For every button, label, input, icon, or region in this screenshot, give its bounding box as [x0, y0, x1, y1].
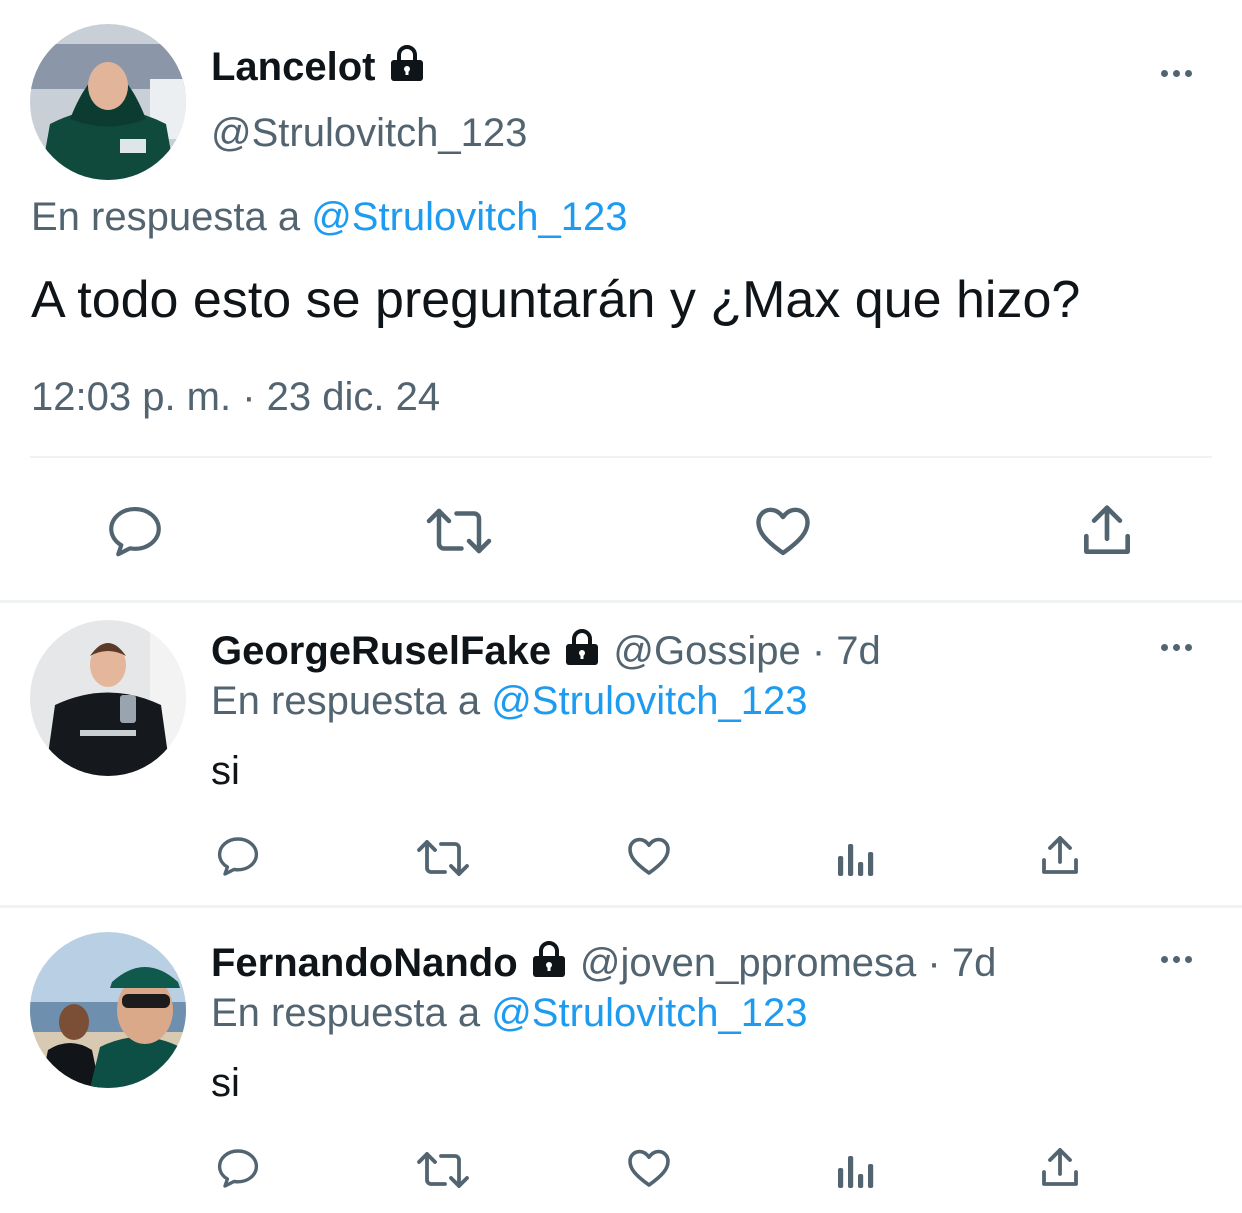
reply-to-link[interactable]: @Strulovitch_123: [311, 195, 627, 239]
like-icon[interactable]: [625, 832, 673, 880]
reply-icon[interactable]: [104, 500, 166, 562]
views-icon[interactable]: [834, 836, 878, 880]
author-row: GeorgeRuselFake @Gossipe · 7d: [211, 626, 881, 679]
divider: [0, 905, 1242, 908]
author-row: Lancelot: [211, 42, 427, 95]
display-name[interactable]: GeorgeRuselFake: [211, 629, 551, 673]
reply-text: si: [211, 1061, 240, 1105]
reply-prefix: En respuesta a: [211, 991, 481, 1035]
reply-age[interactable]: · 7d: [927, 941, 996, 985]
lock-icon: [562, 627, 602, 679]
reply-context: En respuesta a @Strulovitch_123: [211, 988, 808, 1038]
tweet-text: A todo esto se preguntarán y ¿Max que hi…: [31, 271, 1081, 329]
handle[interactable]: @Strulovitch_123: [211, 108, 527, 158]
retweet-icon[interactable]: [415, 1146, 471, 1194]
handle[interactable]: @Gossipe: [613, 629, 800, 673]
reply-context: En respuesta a @Strulovitch_123: [31, 192, 628, 242]
more-icon[interactable]: [1161, 70, 1192, 77]
retweet-icon[interactable]: [424, 500, 494, 562]
share-icon[interactable]: [1076, 500, 1138, 562]
reply-prefix: En respuesta a: [31, 195, 301, 239]
reply-to-link[interactable]: @Strulovitch_123: [491, 991, 807, 1035]
avatar[interactable]: [30, 932, 186, 1088]
like-icon[interactable]: [752, 500, 814, 562]
reply-context: En respuesta a @Strulovitch_123: [211, 676, 808, 726]
handle[interactable]: @joven_ppromesa: [580, 941, 916, 985]
share-icon[interactable]: [1036, 1144, 1084, 1192]
views-icon[interactable]: [834, 1148, 878, 1192]
reply-text: si: [211, 749, 240, 793]
display-name[interactable]: FernandoNando: [211, 941, 518, 985]
retweet-icon[interactable]: [415, 834, 471, 882]
avatar[interactable]: [30, 620, 186, 776]
timestamp[interactable]: 12:03 p. m. · 23 dic. 24: [31, 372, 440, 422]
lock-icon: [387, 43, 427, 95]
reply-to-link[interactable]: @Strulovitch_123: [491, 679, 807, 723]
author-row: FernandoNando @joven_ppromesa · 7d: [211, 938, 996, 991]
lock-icon: [529, 939, 569, 991]
like-icon[interactable]: [625, 1144, 673, 1192]
divider: [0, 600, 1242, 603]
reply-icon[interactable]: [214, 1144, 262, 1192]
more-icon[interactable]: [1161, 956, 1192, 963]
divider: [30, 456, 1212, 458]
reply-prefix: En respuesta a: [211, 679, 481, 723]
more-icon[interactable]: [1161, 644, 1192, 651]
display-name[interactable]: Lancelot: [211, 45, 375, 89]
share-icon[interactable]: [1036, 832, 1084, 880]
reply-age[interactable]: · 7d: [812, 629, 881, 673]
reply-icon[interactable]: [214, 832, 262, 880]
avatar[interactable]: [30, 24, 186, 180]
